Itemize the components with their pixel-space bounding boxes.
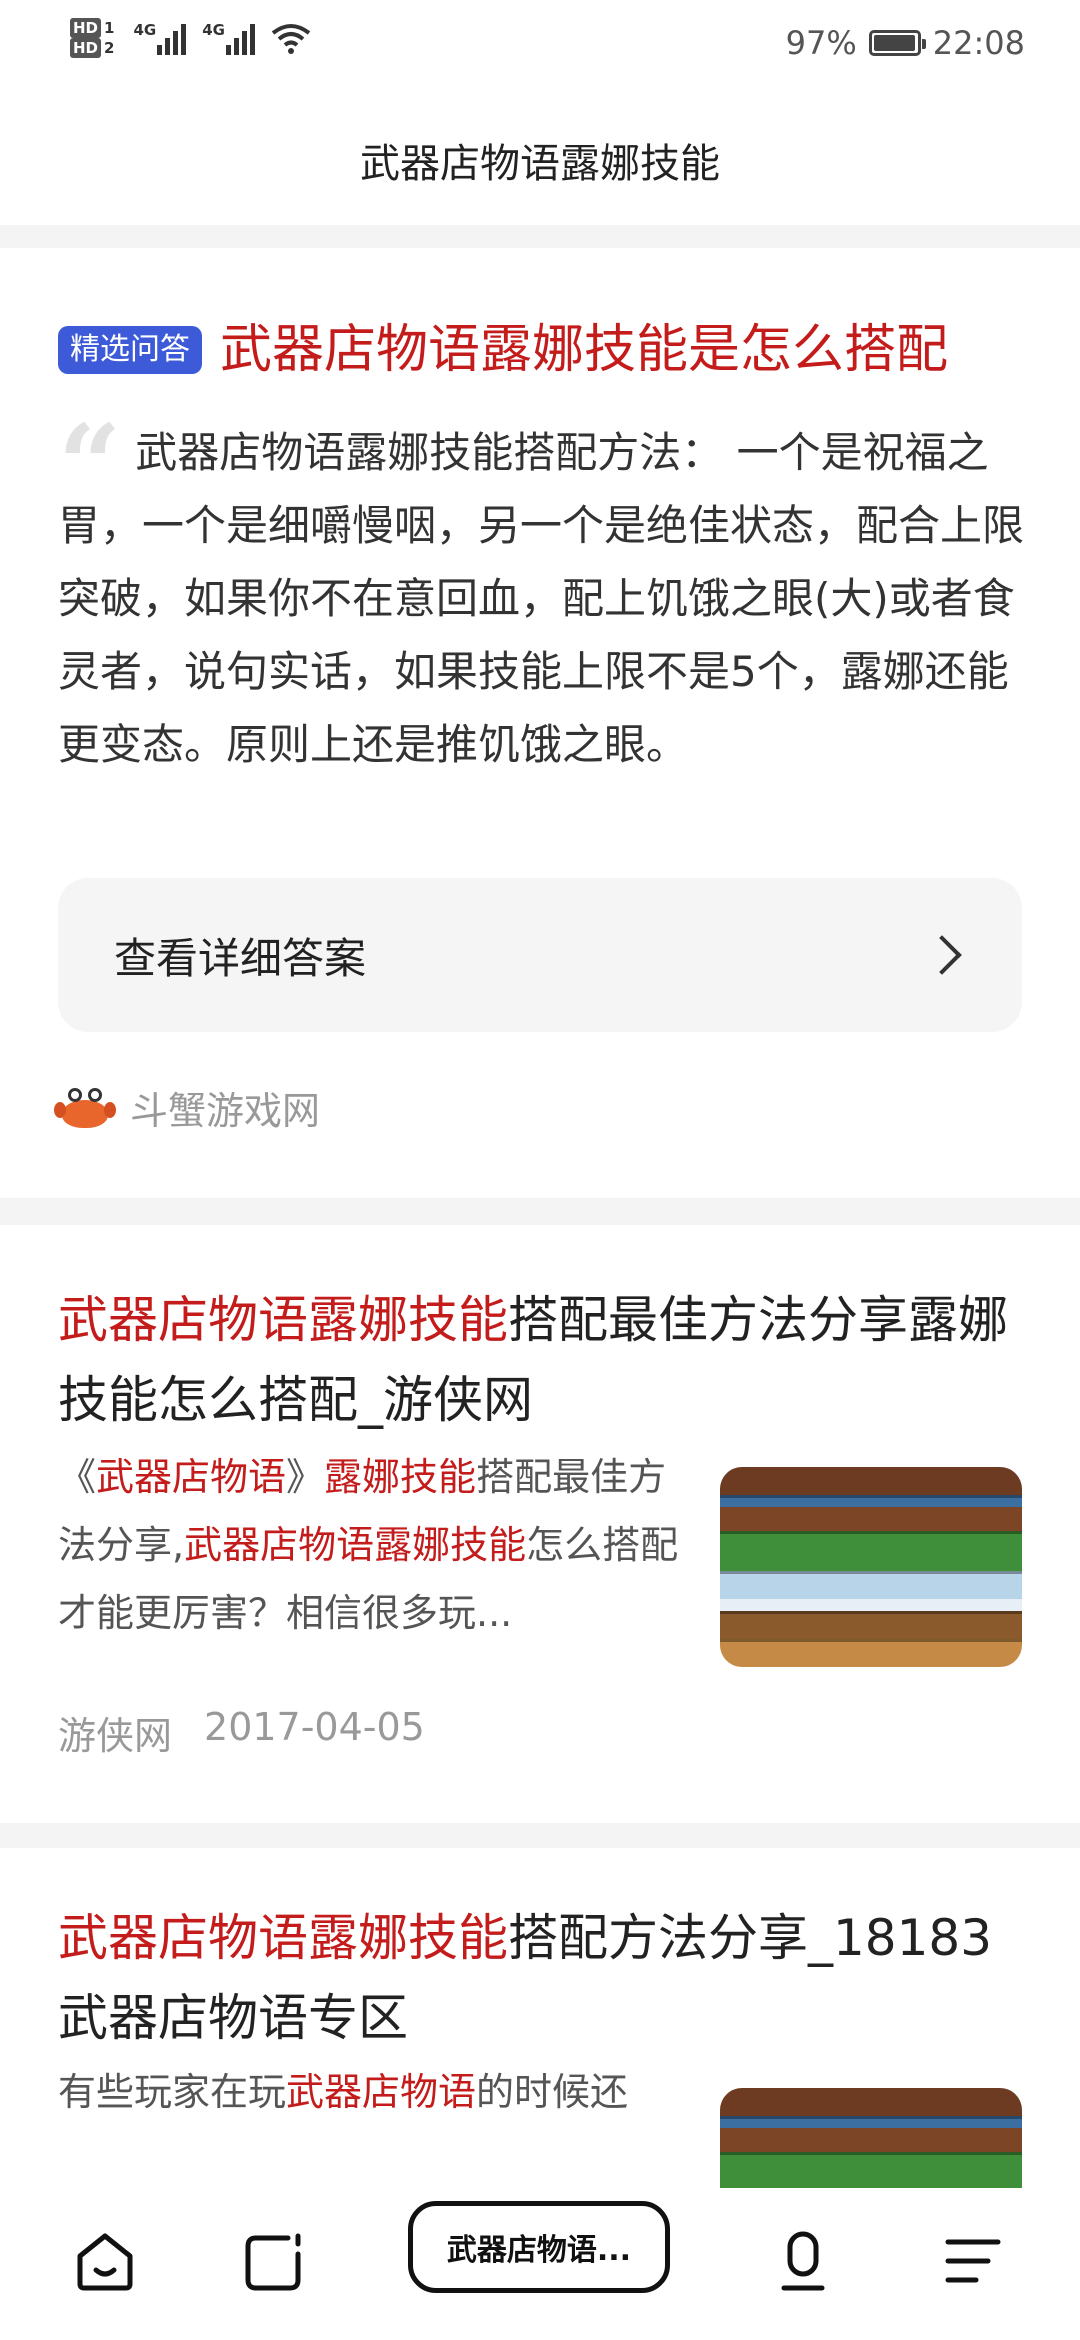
- featured-answer-header[interactable]: 精选问答 武器店物语露娜技能是怎么搭配: [58, 318, 948, 382]
- battery-icon: [868, 30, 926, 56]
- signal-icon: 4G: [133, 21, 187, 55]
- wifi-icon: [271, 24, 311, 54]
- signal-icon: 4G: [202, 21, 255, 55]
- status-left: HD 1 HD 2 4G 4G: [70, 18, 311, 58]
- status-bar: HD 1 HD 2 4G 4G 97% 22:08: [0, 0, 1080, 95]
- answer-source[interactable]: 斗蟹游戏网: [54, 1080, 321, 1135]
- search-result[interactable]: 武器店物语露娜技能搭配最佳方法分享露娜技能怎么搭配_游侠网 《武器店物语》露娜技…: [0, 1225, 1080, 1823]
- menu-icon[interactable]: [940, 2228, 1006, 2294]
- hd-icon: HD 1: [70, 18, 117, 38]
- snippet-highlight: 露娜技能: [324, 1455, 477, 1499]
- snippet-highlight: 武器店物语露娜技能: [184, 1523, 527, 1567]
- featured-answer-card: 精选问答 武器店物语露娜技能是怎么搭配 “武器店物语露娜技能搭配方法： 一个是祝…: [0, 248, 1080, 1198]
- featured-badge: 精选问答: [58, 326, 202, 374]
- result-snippet: 有些玩家在玩武器店物语的时候还: [58, 2058, 698, 2126]
- featured-answer-text: 武器店物语露娜技能搭配方法： 一个是祝福之胃，一个是细嚼慢咽，另一个是绝佳状态，…: [58, 428, 1025, 769]
- result-thumbnail[interactable]: [720, 1467, 1022, 1667]
- search-box[interactable]: 武器店物语...: [408, 2201, 670, 2293]
- result-date: 2017-04-05: [204, 1705, 425, 1749]
- clock: 22:08: [932, 24, 1025, 62]
- result-title[interactable]: 武器店物语露娜技能搭配方法分享_18183武器店物语专区: [58, 1898, 1028, 2058]
- view-detail-label: 查看详细答案: [114, 933, 367, 983]
- result-snippet: 《武器店物语》露娜技能搭配最佳方法分享,武器店物语露娜技能怎么搭配才能更厉害？相…: [58, 1443, 698, 1647]
- result-title[interactable]: 武器店物语露娜技能搭配最佳方法分享露娜技能怎么搭配_游侠网: [58, 1280, 1028, 1440]
- bottom-nav: 武器店物语...: [0, 2188, 1080, 2340]
- chevron-right-icon: [922, 935, 962, 975]
- status-right: 97% 22:08: [786, 24, 1025, 62]
- snippet-text: 》: [286, 1455, 325, 1499]
- result-thumbnail[interactable]: [720, 2088, 1022, 2188]
- snippet-highlight: 武器店物语: [96, 1455, 287, 1499]
- quote-icon: “: [58, 400, 122, 529]
- snippet-text: 的时候还: [476, 2070, 629, 2114]
- source-name: 斗蟹游戏网: [130, 1089, 321, 1133]
- result-source: 游侠网: [58, 1714, 173, 1758]
- hd-indicators: HD 1 HD 2: [70, 18, 117, 58]
- home-icon[interactable]: [72, 2228, 138, 2294]
- snippet-highlight: 武器店物语: [286, 2070, 477, 2114]
- search-result[interactable]: 武器店物语露娜技能搭配方法分享_18183武器店物语专区 有些玩家在玩武器店物语…: [0, 1848, 1080, 2188]
- hd-icon: HD 2: [70, 38, 117, 58]
- featured-answer-body: “武器店物语露娜技能搭配方法： 一个是祝福之胃，一个是细嚼慢咽，另一个是绝佳状态…: [58, 400, 1026, 781]
- microphone-icon[interactable]: [770, 2228, 836, 2294]
- snippet-text: 有些玩家在玩: [58, 2070, 287, 2114]
- featured-answer-title[interactable]: 武器店物语露娜技能是怎么搭配: [220, 318, 948, 382]
- crab-logo-icon: [54, 1086, 116, 1130]
- snippet-text: 《: [58, 1455, 97, 1499]
- tabs-icon[interactable]: [240, 2228, 306, 2294]
- battery-percent: 97%: [785, 24, 857, 62]
- result-meta: 游侠网 2017-04-05: [58, 1705, 425, 1760]
- page-title: 武器店物语露娜技能: [0, 95, 1080, 225]
- view-detail-button[interactable]: 查看详细答案: [58, 878, 1022, 1032]
